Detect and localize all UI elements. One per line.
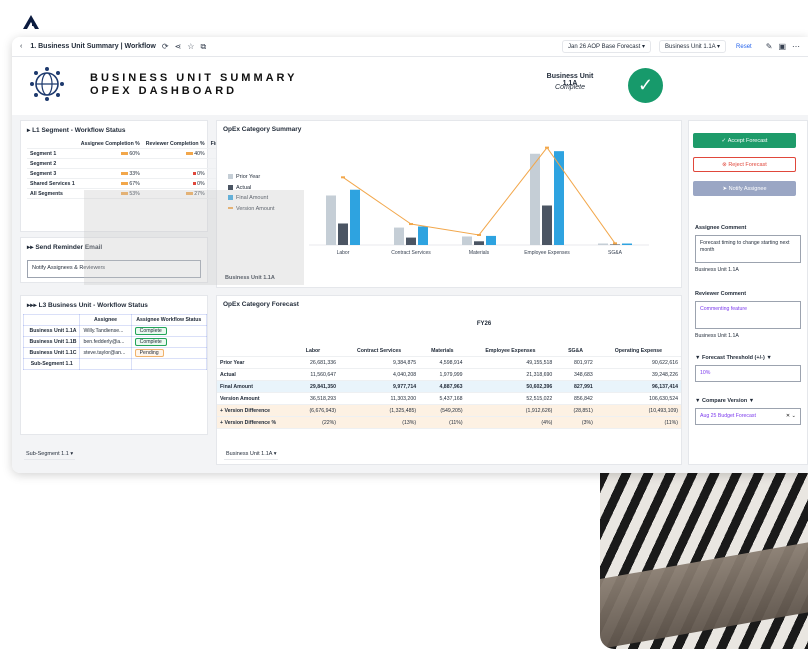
- l3-table: Assignee Assignee Workflow Status Busines…: [22, 314, 208, 370]
- globe-network-icon: [30, 67, 64, 101]
- line-point[interactable]: [613, 242, 617, 245]
- table-row[interactable]: + Version Difference % (22%) (13%) (11%) (4%…: [217, 416, 681, 429]
- back-chevron-icon[interactable]: ‹: [20, 43, 22, 50]
- dashboard-window: ‹ 1. Business Unit Summary | Workflow ⟳ …: [12, 37, 808, 473]
- col-assignee: Assignee: [79, 314, 132, 326]
- chart-bar[interactable]: [418, 226, 428, 245]
- chart-bar[interactable]: [598, 243, 608, 245]
- more-icon[interactable]: ⋯: [792, 42, 800, 51]
- share-icon[interactable]: ⋖: [175, 42, 182, 51]
- line-point[interactable]: [341, 176, 345, 179]
- chart-bar[interactable]: [462, 236, 472, 245]
- compare-label: ▼ Compare Version ▼: [695, 398, 755, 404]
- top-bar: ‹ 1. Business Unit Summary | Workflow ⟳ …: [12, 37, 808, 57]
- x-tick-label: Labor: [337, 250, 350, 256]
- table-row[interactable]: Business Unit 1.1C steve.taylor@an... Pend…: [22, 347, 208, 359]
- table-row[interactable]: Sub-Segment 1.1: [22, 358, 208, 370]
- forecast-table: Labor Contract Services Materials Employee …: [217, 345, 681, 429]
- x-tick-label: SG&A: [608, 250, 623, 256]
- dashboard-title: BUSINESS UNIT SUMMARY OPEX DASHBOARD: [90, 72, 298, 97]
- app-logo-icon: [23, 15, 39, 29]
- edit-icon[interactable]: ✎: [766, 42, 773, 51]
- table-row[interactable]: Actual 11,560,647 4,040,208 1,979,999 21,318…: [217, 368, 681, 381]
- chart-bar[interactable]: [394, 227, 404, 245]
- table-row[interactable]: Business Unit 1.1A Willy.Tandiense... Comp…: [22, 325, 208, 337]
- comment-icon[interactable]: ▣: [778, 42, 786, 51]
- line-point[interactable]: [545, 146, 549, 149]
- col-assignee-status: Assignee Workflow Status: [130, 314, 208, 326]
- version-amount-line: [342, 146, 616, 244]
- assignee-comment-label: Assignee Comment: [695, 225, 747, 231]
- col-reviewer-completion: Reviewer Completion %: [142, 139, 208, 149]
- l1-title: ▸ L1 Segment - Workflow Status: [27, 127, 126, 134]
- complete-check-icon: ✓: [628, 68, 663, 103]
- chart-bar[interactable]: [474, 241, 484, 245]
- line-point[interactable]: [477, 233, 481, 236]
- page-breadcrumb: 1. Business Unit Summary | Workflow: [30, 43, 156, 50]
- reset-button[interactable]: Reset: [736, 44, 752, 50]
- refresh-icon[interactable]: ⟳: [162, 42, 169, 51]
- forecast-unit-select[interactable]: Business Unit 1.1A ▾: [224, 449, 279, 460]
- reviewer-comment-field[interactable]: Commenting feature: [695, 301, 801, 329]
- subsegment-select[interactable]: Sub-Segment 1.1 ▾: [24, 449, 76, 460]
- open-icon[interactable]: ⧉: [200, 42, 206, 52]
- threshold-label: ▼ Forecast Threshold (+/-) ▼: [695, 355, 772, 361]
- star-icon[interactable]: ☆: [187, 42, 194, 51]
- l3-card: ▸▸▸ L3 Business Unit - Workflow Status A…: [20, 295, 208, 435]
- chart-bar[interactable]: [622, 243, 632, 245]
- reject-forecast-button[interactable]: ⊗ Reject Forecast: [693, 157, 796, 172]
- chart-bar[interactable]: [338, 223, 348, 245]
- chart-bar[interactable]: [542, 205, 552, 245]
- col-assignee-completion: Assignee Completion %: [77, 139, 143, 149]
- forecast-card: OpEx Category Forecast FY26 Labor Contrac…: [216, 295, 682, 465]
- legend-item: Prior Year: [228, 172, 275, 183]
- notify-assignee-button[interactable]: ➤ Notify Assignee: [693, 181, 796, 196]
- compare-select[interactable]: Aug 25 Budget Forecast ✕ ⌄: [695, 408, 801, 425]
- chart-bar[interactable]: [486, 235, 496, 245]
- l3-title: ▸▸▸ L3 Business Unit - Workflow Status: [27, 302, 148, 309]
- forecast-select[interactable]: Jan 26 AOP Base Forecast ▾: [562, 40, 651, 53]
- clear-icon[interactable]: ✕ ⌄: [786, 413, 796, 420]
- reviewer-unit: Business Unit 1.1A: [695, 333, 739, 339]
- table-row[interactable]: Final Amount 29,841,350 9,977,714 4,887,963…: [217, 380, 681, 393]
- table-row[interactable]: Prior Year 26,681,336 9,384,875 4,598,914 49…: [217, 356, 681, 369]
- table-row[interactable]: Version Amount 36,518,293 11,303,200 5,437,…: [217, 392, 681, 405]
- line-point[interactable]: [409, 223, 413, 226]
- chart-bar[interactable]: [350, 189, 360, 245]
- accept-forecast-button[interactable]: ✓ Accept Forecast: [693, 133, 796, 148]
- forecast-year: FY26: [476, 321, 492, 327]
- x-tick-label: Contract Services: [391, 250, 431, 256]
- reviewer-comment-label: Reviewer Comment: [695, 291, 747, 297]
- unit-select[interactable]: Business Unit 1.1A ▾: [658, 40, 727, 53]
- header-status: Complete: [555, 84, 585, 91]
- assignee-unit: Business Unit 1.1A: [695, 267, 739, 273]
- dashboard-canvas: BUSINESS UNIT SUMMARY OPEX DASHBOARD Busi…: [12, 57, 808, 473]
- x-tick-label: Materials: [469, 250, 490, 256]
- x-tick-label: Employee Expenses: [524, 250, 570, 256]
- table-row[interactable]: Business Unit 1.1B ben.fedderly@a... Compl…: [22, 336, 208, 348]
- chart-bar[interactable]: [406, 237, 416, 245]
- dashboard-header: BUSINESS UNIT SUMMARY OPEX DASHBOARD Busi…: [12, 57, 808, 115]
- chart-bar[interactable]: [610, 244, 620, 245]
- chart-bar[interactable]: [326, 195, 336, 245]
- table-row[interactable]: + Version Difference (6,676,943) (1,325,48…: [217, 404, 681, 417]
- threshold-input[interactable]: 10%: [695, 365, 801, 382]
- forecast-title: OpEx Category Forecast: [223, 301, 299, 308]
- fabric-photo: [600, 472, 808, 649]
- selection-overlay: [84, 190, 304, 285]
- assignee-comment-field[interactable]: Forecast timing to change starting next …: [695, 235, 801, 263]
